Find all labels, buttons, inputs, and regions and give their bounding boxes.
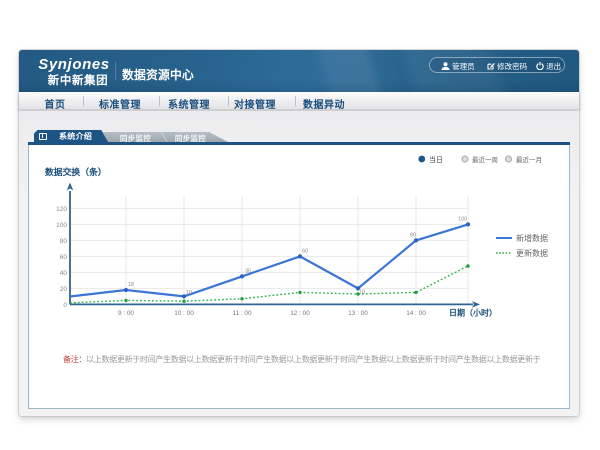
svg-text:80: 80 — [410, 233, 416, 239]
svg-text:20: 20 — [60, 286, 68, 293]
svg-text:更新数据: 更新数据 — [516, 248, 548, 258]
svg-text:80: 80 — [60, 238, 68, 245]
svg-text:100: 100 — [458, 217, 467, 223]
svg-text:数据交换（条）: 数据交换（条） — [44, 166, 107, 177]
svg-text:最近一周: 最近一周 — [472, 155, 498, 164]
svg-text:60: 60 — [302, 249, 308, 255]
svg-text:35: 35 — [245, 269, 251, 275]
svg-text:11 : 00: 11 : 00 — [232, 310, 252, 317]
svg-text:120: 120 — [56, 206, 67, 213]
svg-text:10 : 00: 10 : 00 — [174, 310, 194, 317]
svg-text:14 : 00: 14 : 00 — [406, 310, 426, 317]
svg-text:9 : 00: 9 : 00 — [118, 310, 134, 317]
svg-text:13 : 00: 13 : 00 — [348, 310, 368, 317]
svg-text:100: 100 — [56, 222, 67, 229]
svg-text:40: 40 — [60, 270, 68, 277]
svg-text:0: 0 — [63, 302, 67, 309]
svg-text:当日: 当日 — [429, 155, 443, 164]
svg-text:10: 10 — [186, 290, 192, 296]
svg-text:18: 18 — [128, 282, 134, 288]
svg-text:最近一月: 最近一月 — [516, 155, 542, 164]
svg-text:12 : 00: 12 : 00 — [290, 310, 310, 317]
svg-text:60: 60 — [60, 254, 68, 261]
svg-text:新增数据: 新增数据 — [516, 233, 548, 243]
svg-text:日期（小时）: 日期（小时） — [449, 308, 497, 318]
svg-text:10: 10 — [359, 290, 365, 296]
